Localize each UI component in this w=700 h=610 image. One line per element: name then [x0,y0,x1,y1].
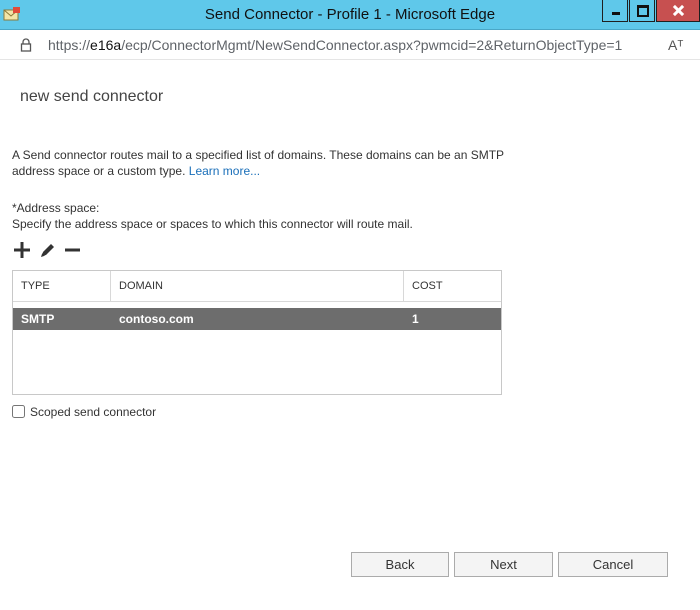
close-button[interactable] [656,0,700,22]
read-aloud-icon[interactable]: Aᵀ [668,37,683,53]
cancel-button[interactable]: Cancel [558,552,668,577]
maximize-button[interactable] [629,0,655,22]
column-header-domain[interactable]: DOMAIN [111,271,404,302]
address-bar: https://e16a/ecp/ConnectorMgmt/NewSendCo… [0,30,700,60]
cell-cost: 1 [412,312,419,326]
description: A Send connector routes mail to a specif… [12,147,512,179]
column-header-cost[interactable]: COST [404,271,501,302]
url-text[interactable]: https://e16a/ecp/ConnectorMgmt/NewSendCo… [48,37,622,53]
page-title: new send connector [20,88,164,105]
table-row[interactable]: SMTP contoso.com 1 [13,308,501,330]
url-host: e16a [90,37,122,53]
address-space-help: Specify the address space or spaces to w… [12,217,413,231]
minus-icon[interactable] [63,240,83,260]
scoped-send-connector-checkbox[interactable] [12,405,25,418]
cell-type: SMTP [21,312,55,326]
plus-icon[interactable] [12,240,32,260]
lock-icon[interactable] [20,38,32,52]
minimize-button[interactable] [602,0,628,22]
next-button[interactable]: Next [454,552,553,577]
scoped-send-connector-label[interactable]: Scoped send connector [30,405,156,419]
cell-domain: contoso.com [119,312,194,326]
column-header-type[interactable]: TYPE [13,271,111,302]
pencil-icon[interactable] [38,240,58,260]
url-prefix: https:// [48,37,91,53]
address-space-label: *Address space: [12,201,100,215]
window-title: Send Connector - Profile 1 - Microsoft E… [204,6,496,23]
address-space-table: TYPE DOMAIN COST SMTP contoso.com 1 [12,270,502,395]
learn-more-link[interactable]: Learn more... [189,164,260,178]
window-titlebar: Send Connector - Profile 1 - Microsoft E… [0,0,700,30]
back-button[interactable]: Back [351,552,449,577]
url-path: /ecp/ConnectorMgmt/NewSendConnector.aspx… [121,37,623,53]
table-header: TYPE DOMAIN COST [13,271,501,302]
